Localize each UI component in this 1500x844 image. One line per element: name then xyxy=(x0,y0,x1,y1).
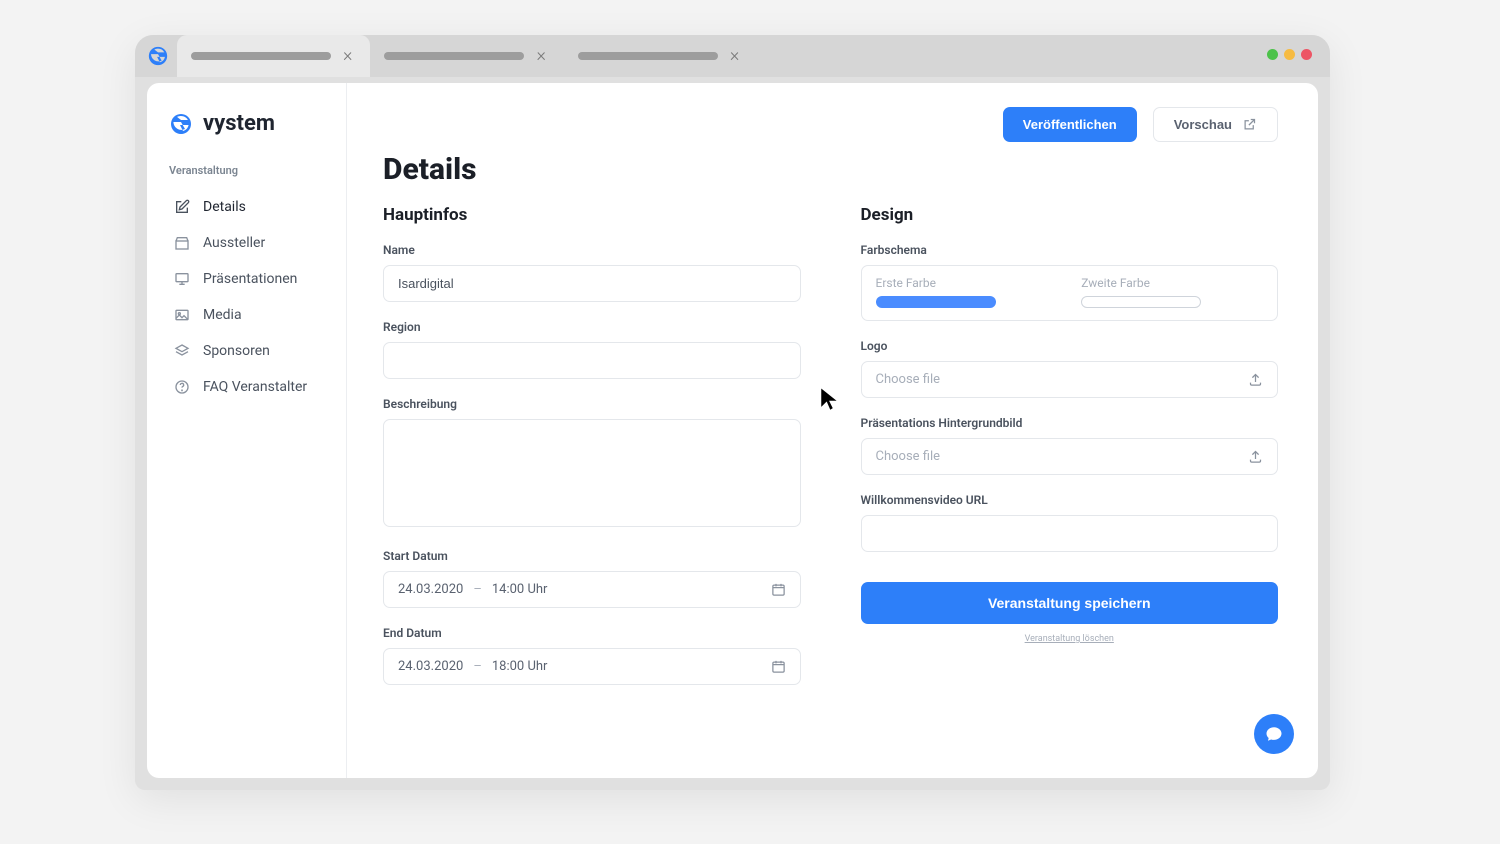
end-date-label: End Datum xyxy=(383,626,801,640)
start-date-input[interactable]: 24.03.2020 – 14:00 Uhr xyxy=(383,571,801,608)
sidebar: vystem Veranstaltung Details Aussteller xyxy=(147,83,347,778)
publish-button[interactable]: Veröffentlichen xyxy=(1003,107,1137,142)
storefront-icon xyxy=(173,234,191,252)
sidebar-item-details[interactable]: Details xyxy=(169,189,328,225)
start-date-value: 24.03.2020 xyxy=(398,582,463,597)
section-title-design: Design xyxy=(861,205,1279,225)
sidebar-heading: Veranstaltung xyxy=(169,164,328,177)
field-name: Name xyxy=(383,243,801,302)
bg-label: Präsentations Hintergrundbild xyxy=(861,416,1279,430)
logo-label: Logo xyxy=(861,339,1279,353)
color1-swatch[interactable] xyxy=(876,296,996,308)
color2-label: Zweite Farbe xyxy=(1081,276,1263,290)
start-time-value: 14:00 Uhr xyxy=(492,582,548,597)
field-background: Präsentations Hintergrundbild Choose fil… xyxy=(861,416,1279,475)
main-content: Veröffentlichen Vorschau Details Hauptin… xyxy=(347,83,1318,778)
field-video-url: Willkommensvideo URL xyxy=(861,493,1279,552)
monitor-icon xyxy=(173,270,191,288)
browser-tab-3[interactable]: × xyxy=(564,35,757,77)
field-region: Region xyxy=(383,320,801,379)
tab-title-placeholder xyxy=(384,52,524,60)
edit-icon xyxy=(173,198,191,216)
sidebar-item-sponsors[interactable]: Sponsoren xyxy=(169,333,328,369)
sidebar-item-label: Präsentationen xyxy=(203,271,297,287)
sidebar-item-aussteller[interactable]: Aussteller xyxy=(169,225,328,261)
region-input[interactable] xyxy=(383,342,801,379)
close-icon[interactable]: × xyxy=(730,47,739,65)
colorscheme-label: Farbschema xyxy=(861,243,1279,257)
close-icon[interactable]: × xyxy=(343,47,352,65)
sidebar-item-label: Sponsoren xyxy=(203,343,270,359)
logo-file-input[interactable]: Choose file xyxy=(861,361,1279,398)
field-end-date: End Datum 24.03.2020 – 18:00 Uhr xyxy=(383,626,801,685)
sidebar-item-media[interactable]: Media xyxy=(169,297,328,333)
field-logo: Logo Choose file xyxy=(861,339,1279,398)
region-label: Region xyxy=(383,320,801,334)
chat-icon xyxy=(1265,725,1283,743)
preview-button-label: Vorschau xyxy=(1174,117,1232,132)
topbar: Veröffentlichen Vorschau xyxy=(383,107,1278,142)
browser-logo-icon xyxy=(147,45,169,67)
logo-file-placeholder: Choose file xyxy=(876,372,941,387)
field-colorscheme: Farbschema Erste Farbe Zweite Farbe xyxy=(861,243,1279,321)
sidebar-item-label: Aussteller xyxy=(203,235,265,251)
colorscheme-row: Erste Farbe Zweite Farbe xyxy=(861,265,1279,321)
help-icon xyxy=(173,378,191,396)
window-maximize-icon[interactable] xyxy=(1284,49,1295,60)
start-date-label: Start Datum xyxy=(383,549,801,563)
end-time-value: 18:00 Uhr xyxy=(492,659,548,674)
preview-button[interactable]: Vorschau xyxy=(1153,107,1278,142)
bg-file-input[interactable]: Choose file xyxy=(861,438,1279,475)
page-title: Details xyxy=(383,152,1278,187)
browser-tab-1[interactable]: × xyxy=(177,35,370,77)
image-icon xyxy=(173,306,191,324)
description-label: Beschreibung xyxy=(383,397,801,411)
color2-swatch[interactable] xyxy=(1081,296,1201,308)
sidebar-item-label: FAQ Veranstalter xyxy=(203,379,307,395)
sidebar-item-label: Media xyxy=(203,307,242,323)
external-link-icon xyxy=(1242,117,1257,132)
brand: vystem xyxy=(169,111,328,136)
save-event-button[interactable]: Veranstaltung speichern xyxy=(861,582,1279,624)
brand-name: vystem xyxy=(203,111,275,136)
columns: Hauptinfos Name Region Beschreibung xyxy=(383,205,1278,703)
app-window: vystem Veranstaltung Details Aussteller xyxy=(147,83,1318,778)
name-label: Name xyxy=(383,243,801,257)
video-label: Willkommensvideo URL xyxy=(861,493,1279,507)
browser-frame: × × × vystem Veranstaltung xyxy=(135,35,1330,790)
chat-fab[interactable] xyxy=(1254,714,1294,754)
brand-logo-icon xyxy=(169,112,193,136)
window-controls xyxy=(1267,49,1312,60)
col-hauptinfos: Hauptinfos Name Region Beschreibung xyxy=(383,205,801,703)
field-description: Beschreibung xyxy=(383,397,801,531)
tab-title-placeholder xyxy=(578,52,718,60)
sidebar-item-faq[interactable]: FAQ Veranstalter xyxy=(169,369,328,405)
window-close-icon[interactable] xyxy=(1301,49,1312,60)
description-input[interactable] xyxy=(383,419,801,527)
col-design: Design Farbschema Erste Farbe Zweite Far… xyxy=(861,205,1279,703)
upload-icon xyxy=(1248,372,1263,387)
video-url-input[interactable] xyxy=(861,515,1279,552)
close-icon[interactable]: × xyxy=(536,47,545,65)
color1-label: Erste Farbe xyxy=(876,276,1058,290)
sidebar-item-label: Details xyxy=(203,199,246,215)
section-title-hauptinfos: Hauptinfos xyxy=(383,205,801,225)
delete-event-link[interactable]: Veranstaltung löschen xyxy=(861,634,1279,644)
end-date-value: 24.03.2020 xyxy=(398,659,463,674)
upload-icon xyxy=(1248,449,1263,464)
browser-tab-2[interactable]: × xyxy=(370,35,563,77)
name-input[interactable] xyxy=(383,265,801,302)
end-date-input[interactable]: 24.03.2020 – 18:00 Uhr xyxy=(383,648,801,685)
tab-title-placeholder xyxy=(191,52,331,60)
field-start-date: Start Datum 24.03.2020 – 14:00 Uhr xyxy=(383,549,801,608)
bg-file-placeholder: Choose file xyxy=(876,449,941,464)
browser-tab-bar: × × × xyxy=(135,35,1330,77)
calendar-icon xyxy=(771,582,786,597)
sidebar-item-presentations[interactable]: Präsentationen xyxy=(169,261,328,297)
calendar-icon xyxy=(771,659,786,674)
window-minimize-icon[interactable] xyxy=(1267,49,1278,60)
layers-icon xyxy=(173,342,191,360)
